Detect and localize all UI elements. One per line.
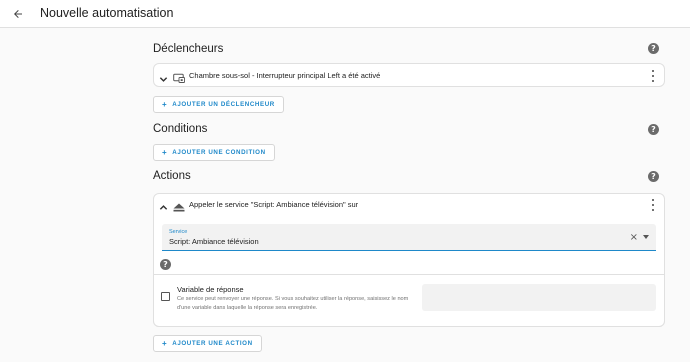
- trigger-label: Chambre sous-sol - Interrupteur principa…: [189, 71, 381, 80]
- add-condition-label: AJOUTER UNE CONDITION: [172, 149, 266, 156]
- plus-icon: +: [162, 148, 168, 157]
- triggers-help-icon[interactable]: ?: [648, 43, 659, 54]
- back-arrow-icon[interactable]: [8, 4, 28, 24]
- service-icon: [173, 199, 185, 217]
- add-trigger-button[interactable]: + AJOUTER UN DÉCLENCHEUR: [153, 96, 284, 113]
- response-variable-input[interactable]: [422, 284, 656, 311]
- service-help-icon[interactable]: ?: [160, 259, 171, 270]
- service-select-field[interactable]: Service Script: Ambiance télévision ×: [162, 224, 656, 251]
- add-condition-button[interactable]: + AJOUTER UNE CONDITION: [153, 144, 275, 161]
- page-title: Nouvelle automatisation: [40, 6, 174, 20]
- add-action-button[interactable]: + AJOUTER UNE ACTION: [153, 335, 262, 352]
- collapse-chevron-icon[interactable]: [159, 199, 168, 217]
- conditions-section-title: Conditions: [153, 123, 208, 135]
- response-variable-description: Ce service peut renvoyer une réponse. Si…: [177, 296, 409, 311]
- trigger-menu-icon[interactable]: [649, 70, 657, 82]
- actions-section-title: Actions: [153, 170, 191, 182]
- response-variable-title: Variable de réponse: [177, 285, 244, 294]
- add-action-label: AJOUTER UNE ACTION: [172, 340, 253, 347]
- plus-icon: +: [162, 339, 168, 348]
- device-icon: [173, 70, 185, 88]
- triggers-section-title: Déclencheurs: [153, 43, 224, 55]
- response-variable-checkbox[interactable]: [161, 292, 170, 301]
- conditions-help-icon[interactable]: ?: [648, 124, 659, 135]
- dropdown-arrow-icon[interactable]: [643, 235, 649, 239]
- actions-help-icon[interactable]: ?: [648, 171, 659, 182]
- clear-icon[interactable]: ×: [630, 232, 638, 243]
- expand-chevron-icon[interactable]: [159, 71, 168, 89]
- service-field-value: Script: Ambiance télévision: [169, 237, 259, 246]
- action-label: Appeler le service "Script: Ambiance tél…: [189, 200, 359, 209]
- top-app-bar: Nouvelle automatisation: [0, 0, 690, 28]
- action-menu-icon[interactable]: [649, 199, 657, 211]
- service-field-label: Service: [169, 229, 188, 235]
- plus-icon: +: [162, 100, 168, 109]
- add-trigger-label: AJOUTER UN DÉCLENCHEUR: [172, 101, 275, 108]
